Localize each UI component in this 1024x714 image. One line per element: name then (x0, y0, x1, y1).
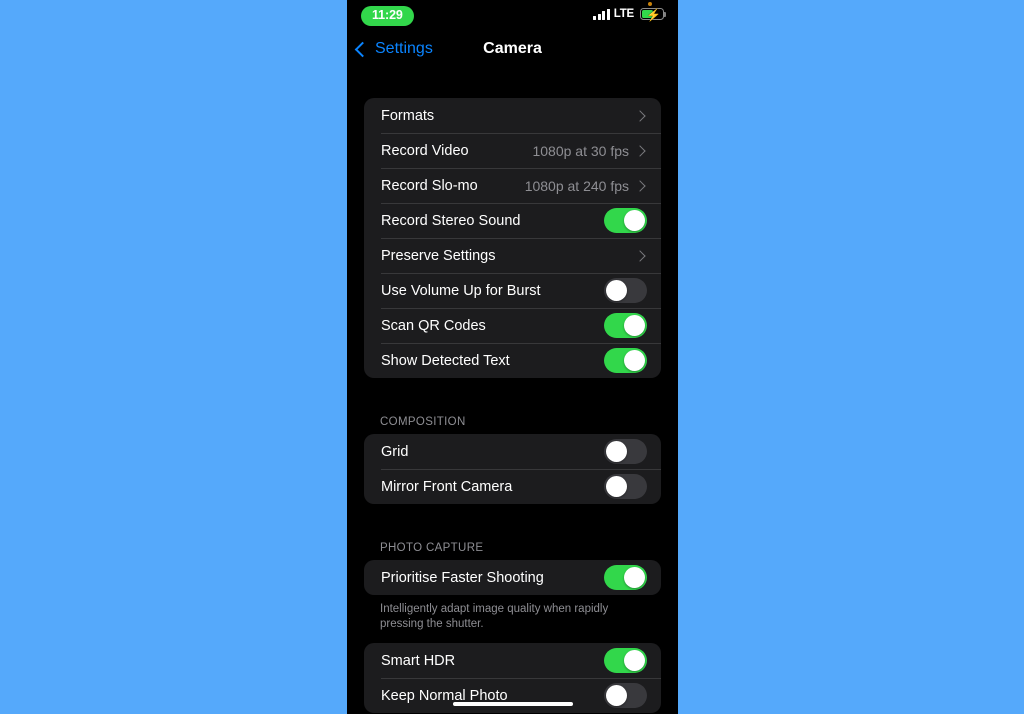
settings-row-accessory (604, 439, 647, 464)
settings-row[interactable]: Prioritise Faster Shooting (364, 560, 661, 595)
status-bar: 11:29 LTE ⚡ (347, 0, 678, 36)
list-top-spacer (364, 70, 661, 98)
settings-row[interactable]: Grid (364, 434, 661, 469)
settings-row-label: Formats (381, 107, 435, 124)
settings-row-label: Smart HDR (381, 652, 456, 669)
toggle-switch[interactable] (604, 648, 647, 673)
settings-group: Formats Record Video 1080p at 30 fps Record… (364, 98, 661, 378)
toggle-knob (624, 315, 645, 336)
settings-row[interactable]: Preserve Settings (364, 238, 661, 273)
settings-row-accessory (604, 208, 647, 233)
charging-bolt-icon: ⚡ (646, 8, 661, 22)
settings-row-accessory (604, 648, 647, 673)
chevron-right-icon (634, 249, 646, 262)
navigation-bar: Settings Camera (347, 36, 678, 70)
chevron-right-icon (634, 144, 646, 157)
toggle-switch[interactable] (604, 683, 647, 708)
settings-row-accessory (604, 474, 647, 499)
settings-row-value: 1080p at 240 fps (524, 177, 629, 194)
settings-row-accessory (634, 249, 647, 262)
toggle-knob (606, 441, 627, 462)
settings-row[interactable]: Formats (364, 98, 661, 133)
chevron-right-icon (634, 179, 646, 192)
toggle-switch[interactable] (604, 208, 647, 233)
settings-group: Prioritise Faster Shooting (364, 560, 661, 595)
settings-row-accessory (634, 109, 647, 122)
settings-row-value: 1080p at 30 fps (532, 142, 629, 159)
settings-row-accessory (604, 348, 647, 373)
page-title: Camera (483, 40, 542, 57)
settings-row-accessory: 1080p at 30 fps (532, 143, 647, 159)
settings-row-label: Use Volume Up for Burst (381, 282, 541, 299)
cellular-signal-icon (593, 8, 610, 20)
settings-row-label: Scan QR Codes (381, 317, 486, 334)
toggle-knob (624, 650, 645, 671)
section-header: COMPOSITION (380, 416, 466, 428)
toggle-switch[interactable] (604, 278, 647, 303)
section-header: PHOTO CAPTURE (380, 542, 484, 554)
settings-group: Grid Mirror Front Camera (364, 434, 661, 504)
toggle-switch[interactable] (604, 474, 647, 499)
section-footer: Intelligently adapt image quality when r… (380, 603, 609, 630)
settings-row-accessory: 1080p at 240 fps (525, 178, 647, 194)
settings-row-accessory (604, 278, 647, 303)
toggle-switch[interactable] (604, 313, 647, 338)
network-type-label: LTE (613, 8, 634, 20)
settings-row[interactable]: Show Detected Text (364, 343, 661, 378)
status-bar-right-cluster: LTE ⚡ (593, 8, 667, 22)
settings-row-label: Record Slo-mo (381, 177, 478, 194)
phone-screen: 11:29 LTE ⚡ Settings Camera Formats Recor… (347, 0, 678, 714)
toggle-switch[interactable] (604, 565, 647, 590)
toggle-knob (624, 210, 645, 231)
toggle-switch[interactable] (604, 348, 647, 373)
settings-row-accessory (604, 313, 647, 338)
toggle-knob (606, 280, 627, 301)
home-indicator (452, 701, 573, 706)
settings-row-label: Record Stereo Sound (381, 212, 521, 229)
status-bar-time-pill: 11:29 (361, 6, 414, 26)
settings-row[interactable]: Record Slo-mo 1080p at 240 fps (364, 168, 661, 203)
privacy-indicator-dot (648, 2, 652, 6)
settings-row-accessory (604, 683, 647, 708)
settings-row[interactable]: Smart HDR (364, 643, 661, 678)
settings-row[interactable]: Record Video 1080p at 30 fps (364, 133, 661, 168)
toggle-switch[interactable] (604, 439, 647, 464)
settings-row-label: Prioritise Faster Shooting (381, 569, 544, 586)
settings-row[interactable]: Scan QR Codes (364, 308, 661, 343)
toggle-knob (624, 350, 645, 371)
settings-row-label: Record Video (381, 142, 469, 159)
settings-row-label: Mirror Front Camera (381, 478, 513, 495)
toggle-knob (606, 476, 627, 497)
settings-list[interactable]: Formats Record Video 1080p at 30 fps Record… (347, 70, 678, 714)
settings-row-accessory (604, 565, 647, 590)
chevron-right-icon (634, 109, 646, 122)
settings-row-label: Grid (381, 443, 409, 460)
settings-row-label: Show Detected Text (381, 352, 510, 369)
settings-row-label: Preserve Settings (381, 247, 496, 264)
toggle-knob (606, 685, 627, 706)
toggle-knob (624, 567, 645, 588)
battery-charging-icon: ⚡ (640, 8, 667, 22)
settings-row[interactable]: Record Stereo Sound (364, 203, 661, 238)
settings-row[interactable]: Use Volume Up for Burst (364, 273, 661, 308)
settings-row[interactable]: Keep Normal Photo (364, 678, 661, 713)
settings-row[interactable]: Mirror Front Camera (364, 469, 661, 504)
